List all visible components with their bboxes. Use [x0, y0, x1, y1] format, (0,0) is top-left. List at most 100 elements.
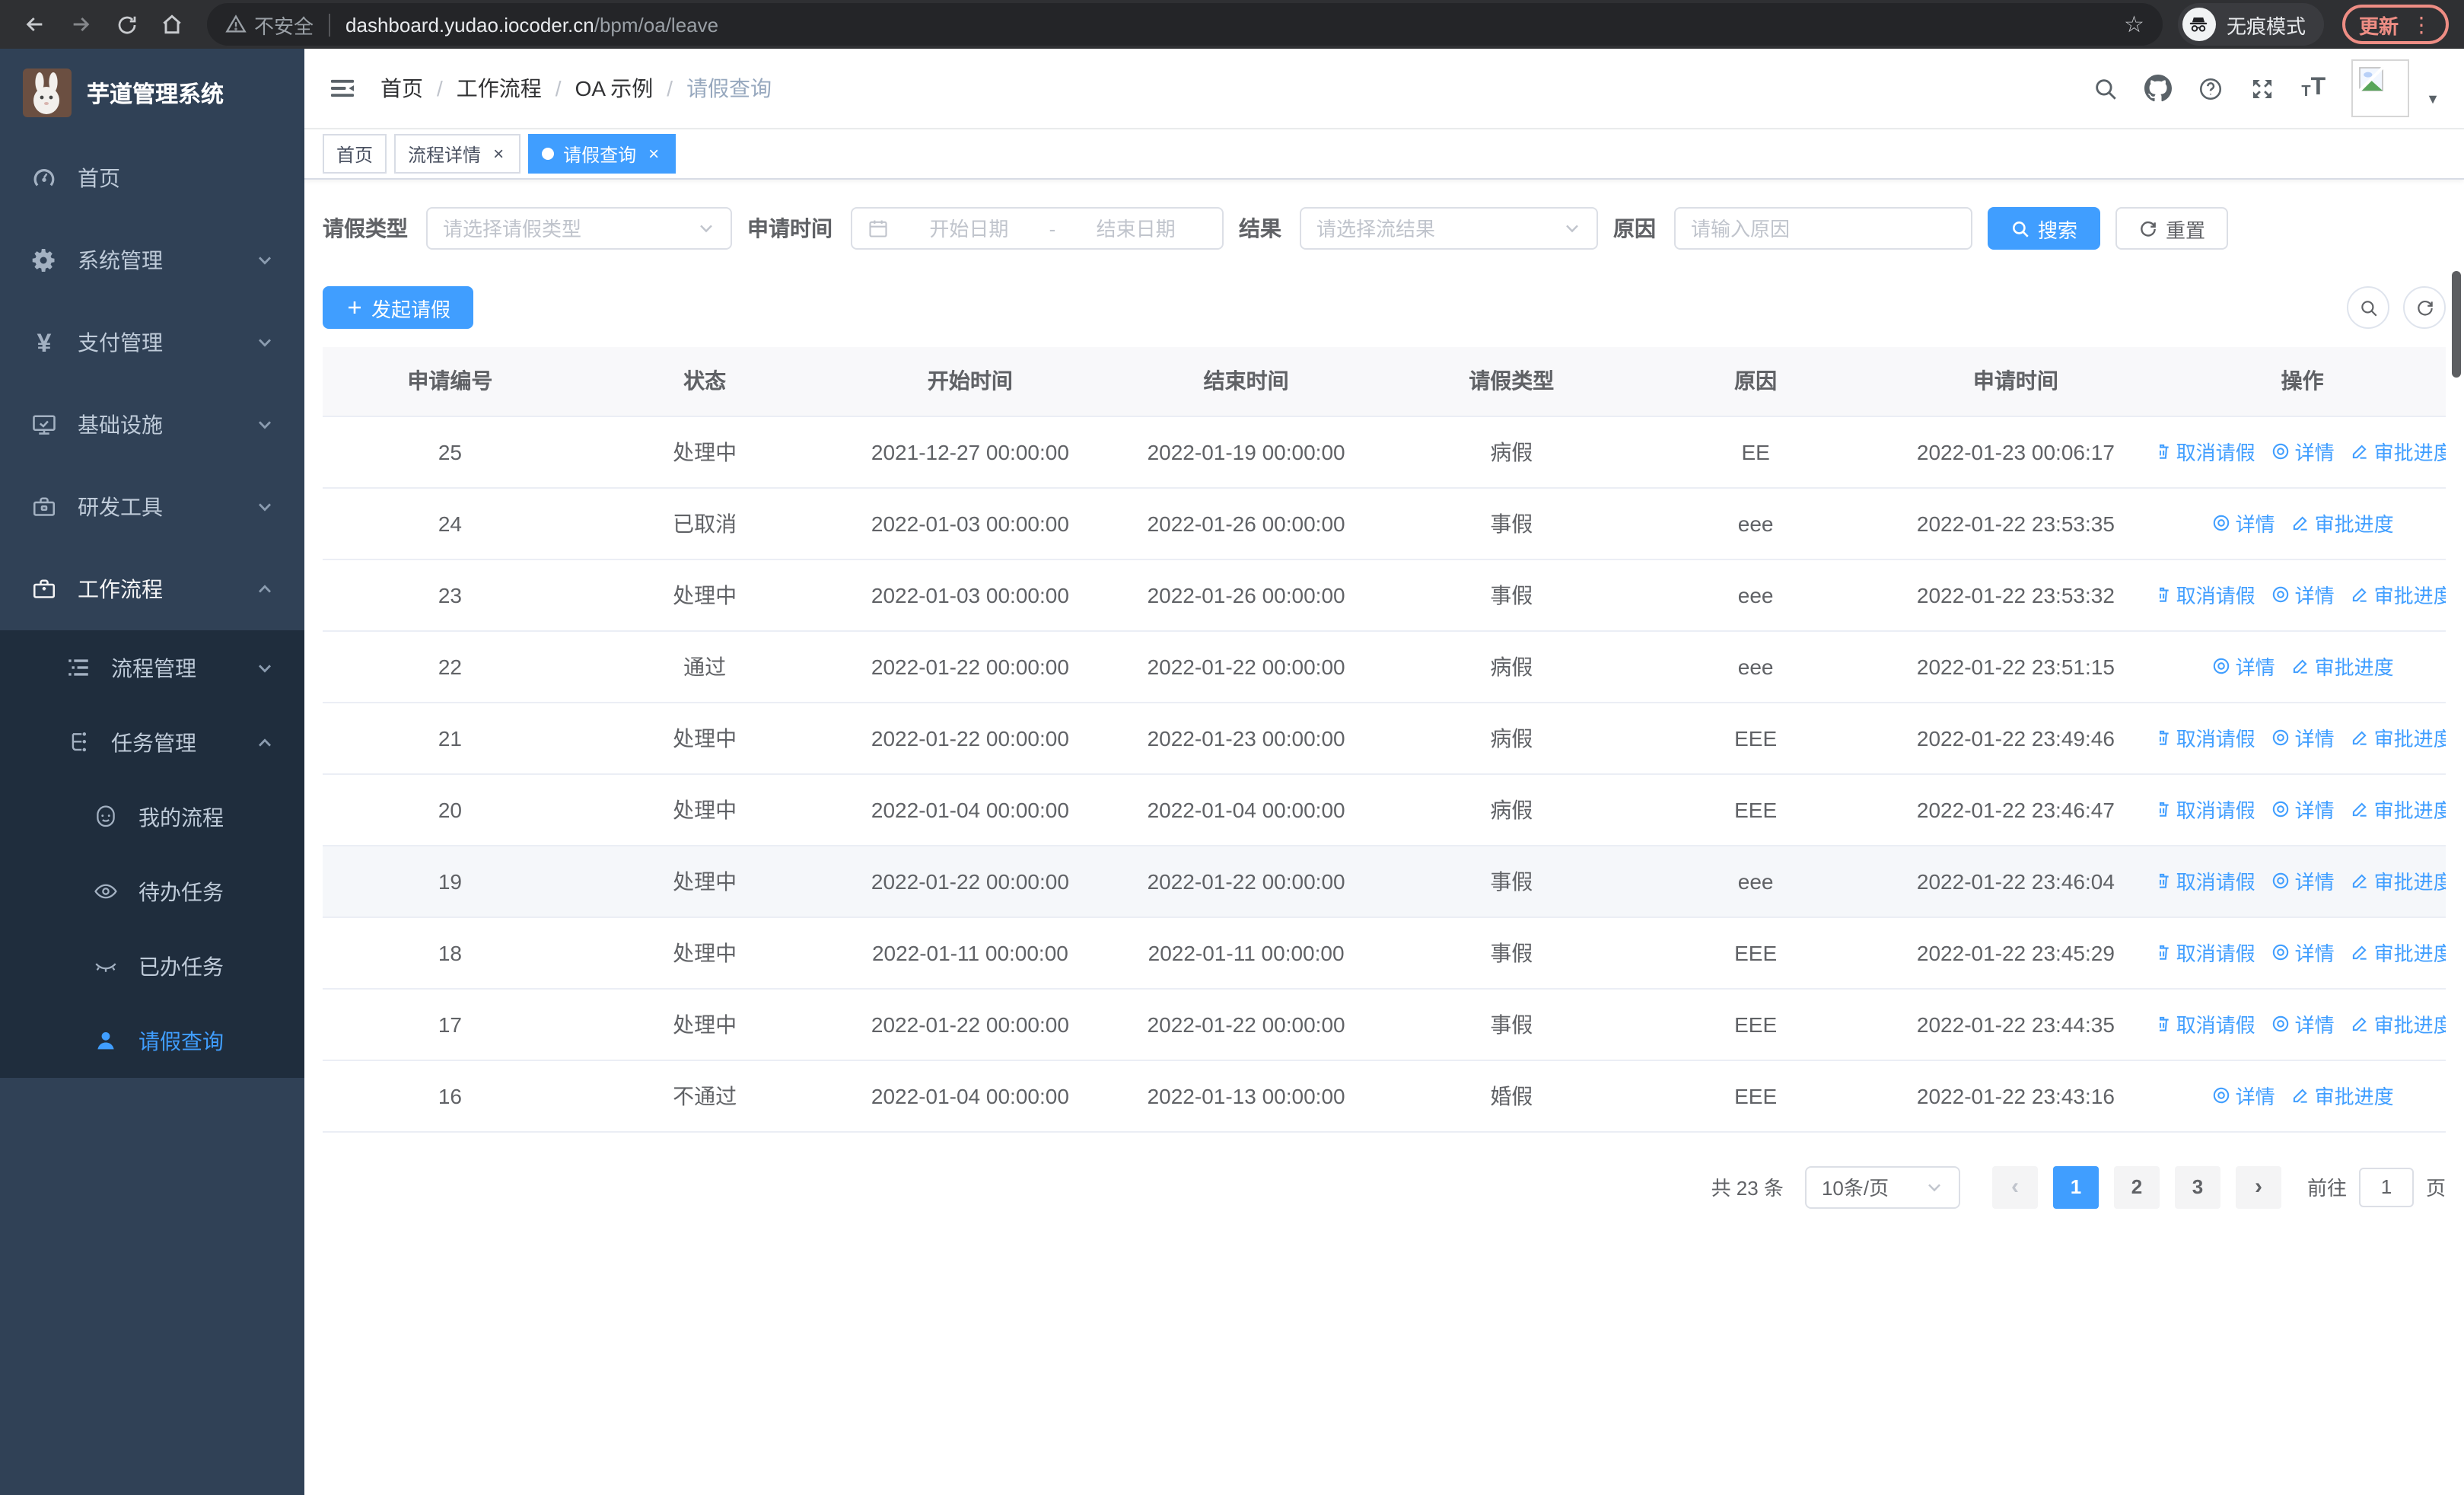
help-icon[interactable]: [2198, 75, 2224, 101]
sidebar-item-todo-tasks[interactable]: 待办任务: [0, 854, 304, 929]
cell-apply_time: 2022-01-22 23:46:47: [1872, 773, 2160, 846]
progress-action-link[interactable]: 审批进度: [2350, 795, 2446, 824]
cell-status: 处理中: [577, 559, 832, 631]
close-icon[interactable]: ×: [645, 143, 662, 164]
date-start-input[interactable]: [898, 217, 1040, 240]
cell-status: 处理中: [577, 916, 832, 989]
browser-update-button[interactable]: 更新 ⋮: [2341, 5, 2449, 44]
sidebar-item-workflow[interactable]: 工作流程: [0, 548, 304, 630]
breadcrumb-item[interactable]: 首页: [380, 73, 423, 104]
goto-page-input[interactable]: [2358, 1167, 2414, 1207]
date-end-input[interactable]: [1065, 217, 1207, 240]
reset-button[interactable]: 重置: [2115, 207, 2229, 250]
breadcrumb-item[interactable]: 工作流程: [457, 73, 542, 104]
cell-reason: EEE: [1638, 988, 1873, 1060]
prev-page-button[interactable]: ‹: [1991, 1165, 2038, 1208]
detail-action-link[interactable]: 详情: [2271, 437, 2335, 466]
fullscreen-icon[interactable]: [2249, 75, 2275, 101]
page-size-select[interactable]: [1804, 1165, 1960, 1208]
sidebar-item-task-management[interactable]: 任务管理: [0, 705, 304, 779]
breadcrumb-item[interactable]: OA 示例: [575, 73, 654, 104]
progress-action-link[interactable]: 审批进度: [2291, 508, 2394, 537]
page-button-2[interactable]: 2: [2113, 1165, 2160, 1208]
sidebar-item-infrastructure[interactable]: 基础设施: [0, 384, 304, 466]
result-select-input[interactable]: [1316, 217, 1554, 240]
create-leave-button[interactable]: 发起请假: [323, 286, 474, 329]
browser-back-icon[interactable]: [15, 5, 55, 44]
progress-action-link[interactable]: 审批进度: [2350, 580, 2446, 609]
browser-address-bar[interactable]: 不安全 dashboard.yudao.iocoder.cn/bpm/oa/le…: [207, 3, 2163, 46]
tab-process-detail[interactable]: 流程详情 ×: [394, 134, 521, 174]
browser-reload-icon[interactable]: [107, 5, 146, 44]
next-page-button[interactable]: ›: [2235, 1165, 2281, 1208]
browser-menu-icon[interactable]: ⋮: [2411, 11, 2432, 37]
font-size-icon[interactable]: TT: [2301, 75, 2326, 100]
detail-action-link[interactable]: 详情: [2211, 1081, 2275, 1110]
detail-action-link[interactable]: 详情: [2271, 866, 2335, 895]
leave-type-select[interactable]: [426, 207, 732, 250]
sidebar-item-home[interactable]: 首页: [0, 137, 304, 219]
detail-action-link[interactable]: 详情: [2271, 580, 2335, 609]
progress-action-link[interactable]: 审批进度: [2350, 938, 2446, 967]
result-select[interactable]: [1300, 207, 1598, 250]
detail-action-link[interactable]: 详情: [2211, 652, 2275, 681]
security-warning[interactable]: 不安全: [225, 10, 314, 39]
cancel-action-link[interactable]: 取消请假: [2159, 723, 2255, 752]
page-button-1[interactable]: 1: [2052, 1165, 2099, 1208]
avatar-caret-icon[interactable]: ▼: [2426, 91, 2440, 107]
sidebar-item-devtools[interactable]: 研发工具: [0, 466, 304, 548]
cancel-action-link[interactable]: 取消请假: [2159, 580, 2255, 609]
github-icon[interactable]: [2144, 75, 2173, 102]
detail-action-link[interactable]: 详情: [2271, 795, 2335, 824]
refresh-table-button[interactable]: [2403, 286, 2446, 329]
tab-leave-query[interactable]: 请假查询 ×: [528, 134, 676, 174]
leave-type-select-input[interactable]: [443, 217, 688, 240]
progress-action-link[interactable]: 审批进度: [2350, 866, 2446, 895]
table-body: 25 处理中 2021-12-27 00:00:00 2022-01-19 00:00…: [323, 416, 2446, 1132]
bookmark-star-icon[interactable]: ☆: [2124, 11, 2144, 38]
browser-home-icon[interactable]: [152, 5, 192, 44]
progress-action-link[interactable]: 审批进度: [2291, 652, 2394, 681]
progress-action-link[interactable]: 审批进度: [2291, 1081, 2394, 1110]
sidebar-item-my-process[interactable]: 我的流程: [0, 779, 304, 854]
cancel-action-link[interactable]: 取消请假: [2159, 866, 2255, 895]
reason-input[interactable]: [1691, 217, 1956, 240]
date-range-picker[interactable]: -: [851, 207, 1224, 250]
progress-action-link[interactable]: 审批进度: [2350, 437, 2446, 466]
cancel-action-link[interactable]: 取消请假: [2159, 437, 2255, 466]
search-button-label: 搜索: [2038, 218, 2078, 241]
browser-forward-icon[interactable]: [61, 5, 100, 44]
avatar[interactable]: [2351, 59, 2410, 117]
search-icon[interactable]: [2093, 75, 2119, 101]
chevron-down-icon: [256, 333, 274, 352]
toggle-search-button[interactable]: [2347, 286, 2389, 329]
detail-action-link[interactable]: 详情: [2271, 1009, 2335, 1038]
cancel-action-link[interactable]: 取消请假: [2159, 1009, 2255, 1038]
detail-action-link[interactable]: 详情: [2271, 938, 2335, 967]
progress-action-link[interactable]: 审批进度: [2350, 1009, 2446, 1038]
cell-end: 2022-01-22 00:00:00: [1108, 630, 1384, 703]
pen-icon: [2293, 1089, 2307, 1103]
sidebar-item-payment[interactable]: ¥ 支付管理: [0, 301, 304, 384]
detail-action-link[interactable]: 详情: [2271, 723, 2335, 752]
close-icon[interactable]: ×: [490, 143, 507, 164]
page-button-3[interactable]: 3: [2174, 1165, 2220, 1208]
search-button[interactable]: 搜索: [1988, 207, 2101, 250]
detail-action-link[interactable]: 详情: [2211, 508, 2275, 537]
page-size-value[interactable]: [1821, 1175, 1916, 1198]
url-path: /bpm/oa/leave: [594, 13, 719, 36]
tab-home[interactable]: 首页: [323, 134, 387, 174]
reset-button-label: 重置: [2166, 218, 2206, 241]
sidebar-item-leave-query[interactable]: 请假查询: [0, 1003, 304, 1078]
cell-end: 2022-01-22 00:00:00: [1108, 988, 1384, 1060]
sidebar-item-system[interactable]: 系统管理: [0, 219, 304, 301]
sidebar-collapse-icon[interactable]: [329, 75, 356, 102]
cancel-action-link[interactable]: 取消请假: [2159, 938, 2255, 967]
progress-action-link[interactable]: 审批进度: [2350, 723, 2446, 752]
cell-actions: 取消请假 详情 审批进度: [2159, 916, 2446, 989]
page-scrollbar[interactable]: [2452, 271, 2461, 378]
sidebar-item-process-management[interactable]: 流程管理: [0, 630, 304, 705]
sidebar-item-done-tasks[interactable]: 已办任务: [0, 929, 304, 1003]
cancel-action-link[interactable]: 取消请假: [2159, 795, 2255, 824]
cell-id: 22: [323, 630, 578, 703]
